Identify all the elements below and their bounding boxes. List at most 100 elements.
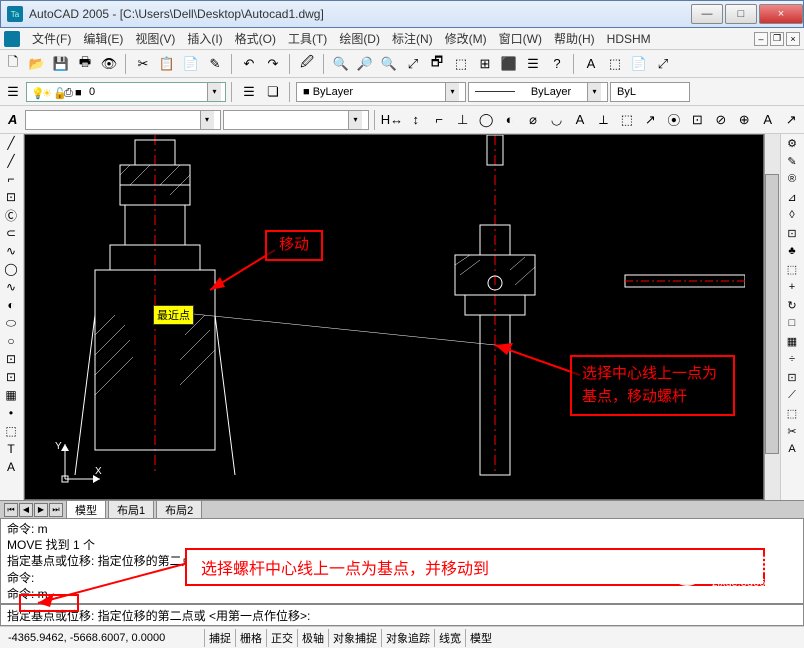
maximize-button[interactable]: □ <box>725 4 757 24</box>
status-snap[interactable]: 捕捉 <box>204 629 235 647</box>
revcloud-button[interactable]: ◯ <box>0 260 22 278</box>
copy2-button[interactable]: ✎ <box>781 152 803 170</box>
minimize-button[interactable]: — <box>691 4 723 24</box>
ellipsearc-button[interactable]: ⬭ <box>0 314 22 332</box>
help-button[interactable]: ? <box>546 53 568 75</box>
pencil-button[interactable]: 🖉 <box>296 53 318 75</box>
redo-button[interactable]: ↷ <box>262 53 284 75</box>
arc-button[interactable]: ⊂ <box>0 224 22 242</box>
drawing-canvas[interactable]: X Y 最近点 移动 选择中心线上一点为基点，移动螺杆 <box>24 134 764 500</box>
tab-prev-button[interactable]: ◀ <box>19 503 33 517</box>
dim-leader-button[interactable]: ⟂ <box>593 109 614 131</box>
makeblock-button[interactable]: ⊡ <box>0 350 22 368</box>
tab-first-button[interactable]: ⏮ <box>4 503 18 517</box>
move-button[interactable]: ⊡ <box>781 224 803 242</box>
lineweight-combo[interactable]: ByL <box>610 82 690 102</box>
status-ortho[interactable]: 正交 <box>266 629 297 647</box>
circle-button[interactable]: ∿ <box>0 242 22 260</box>
dim-leader2-button[interactable]: ↗ <box>780 109 801 131</box>
extra1-button[interactable]: ✂ <box>781 422 803 440</box>
extend-button[interactable]: □ <box>781 314 803 332</box>
array-button[interactable]: ◊ <box>781 206 803 224</box>
menu-file[interactable]: 文件(F) <box>26 28 77 49</box>
tab-next-button[interactable]: ▶ <box>34 503 48 517</box>
stretch-button[interactable]: + <box>781 278 803 296</box>
table-button[interactable]: 📄 <box>628 53 650 75</box>
layer-manager-button[interactable]: ☰ <box>2 81 24 103</box>
color-combo[interactable]: ■ ByLayer ▾ <box>296 82 466 102</box>
tab-model[interactable]: 模型 <box>66 500 106 520</box>
dim-tolerance-button[interactable]: ⬚ <box>616 109 637 131</box>
mdi-restore-button[interactable]: ❐ <box>770 32 784 46</box>
extra2-button[interactable]: A <box>781 440 803 458</box>
paste-button[interactable]: 📄 <box>180 53 202 75</box>
spline-button[interactable]: ∿ <box>0 278 22 296</box>
dim-quick-button[interactable]: ⌀ <box>522 109 543 131</box>
undo-button[interactable]: ↶ <box>238 53 260 75</box>
offset-button[interactable]: ⊿ <box>781 188 803 206</box>
dim-diameter-button[interactable]: ◯ <box>475 109 496 131</box>
chevron-down-icon[interactable]: ▾ <box>348 111 362 129</box>
table-button[interactable]: T <box>0 440 22 458</box>
chevron-down-icon[interactable]: ▾ <box>200 111 214 129</box>
dim-update-button[interactable]: ⊘ <box>710 109 731 131</box>
rectangle-button[interactable]: Ⓒ <box>0 206 22 224</box>
extra-button[interactable]: ⤢ <box>652 53 674 75</box>
line-button[interactable]: ╱ <box>0 134 22 152</box>
mdi-minimize-button[interactable]: – <box>754 32 768 46</box>
dim-tedit-button[interactable]: ⊡ <box>687 109 708 131</box>
textstyle-combo[interactable]: ▾ <box>25 110 220 130</box>
polygon-button[interactable]: ⊡ <box>0 188 22 206</box>
menu-modify[interactable]: 修改(M) <box>439 28 493 49</box>
match-button[interactable]: ✎ <box>204 53 226 75</box>
close-button[interactable]: × <box>759 4 803 24</box>
hatch-button[interactable]: ▦ <box>0 386 22 404</box>
break-button[interactable]: ▦ <box>781 332 803 350</box>
dim-edit-button[interactable]: ⦿ <box>663 109 684 131</box>
dim-ordinate-button[interactable]: ⌐ <box>428 109 449 131</box>
dim-linear-button[interactable]: H↔ <box>381 109 403 131</box>
pan-button[interactable]: ⤢ <box>402 53 424 75</box>
save-button[interactable]: 💾 <box>50 53 72 75</box>
zoom-realtime-button[interactable]: 🔍 <box>330 53 352 75</box>
menu-tools[interactable]: 工具(T) <box>282 28 333 49</box>
menu-insert[interactable]: 插入(I) <box>181 28 228 49</box>
explode-button[interactable]: ⬚ <box>781 404 803 422</box>
region-button[interactable]: ⬚ <box>0 422 22 440</box>
copy-button[interactable]: 📋 <box>156 53 178 75</box>
join-button[interactable]: ÷ <box>781 350 803 368</box>
status-polar[interactable]: 极轴 <box>297 629 328 647</box>
menu-edit[interactable]: 编辑(E) <box>77 28 129 49</box>
print-button[interactable]: 🖶 <box>74 53 96 75</box>
status-otrack[interactable]: 对象追踪 <box>381 629 434 647</box>
xline-button[interactable]: ╱ <box>0 152 22 170</box>
status-osnap[interactable]: 对象捕捉 <box>328 629 381 647</box>
viewport-button[interactable]: 🗗 <box>426 53 448 75</box>
menu-view[interactable]: 视图(V) <box>129 28 181 49</box>
chevron-down-icon[interactable]: ▾ <box>445 83 459 101</box>
menu-window[interactable]: 窗口(W) <box>493 28 548 49</box>
dim-style-button[interactable]: A <box>757 109 778 131</box>
status-grid[interactable]: 栅格 <box>235 629 266 647</box>
menu-help[interactable]: 帮助(H) <box>548 28 601 49</box>
cut-button[interactable]: ✂ <box>132 53 154 75</box>
tab-last-button[interactable]: ⏭ <box>49 503 63 517</box>
textstyle-button[interactable]: A <box>580 53 602 75</box>
menu-format[interactable]: 格式(O) <box>229 28 282 49</box>
layer-prev-button[interactable]: ☰ <box>238 81 260 103</box>
dbconnect-button[interactable]: ⬛ <box>498 53 520 75</box>
chamfer-button[interactable]: ⊡ <box>781 368 803 386</box>
polyline-button[interactable]: ⌐ <box>0 170 22 188</box>
chevron-down-icon[interactable]: ▾ <box>207 83 221 101</box>
dim-center-button[interactable]: ↗ <box>640 109 661 131</box>
linetype-combo[interactable]: ByLayer ▾ <box>468 82 608 102</box>
preview-button[interactable]: 👁 <box>98 53 120 75</box>
fillet-button[interactable]: ⟋ <box>781 386 803 404</box>
ellipse-button[interactable]: ◐ <box>0 296 22 314</box>
status-lwt[interactable]: 线宽 <box>434 629 465 647</box>
textstyle2-button[interactable]: A <box>2 109 23 131</box>
dim-override-button[interactable]: ⊕ <box>734 109 755 131</box>
open-button[interactable]: 📂 <box>26 53 48 75</box>
dimstyle-combo[interactable]: ▾ <box>223 110 369 130</box>
zoom-previous-button[interactable]: 🔍 <box>378 53 400 75</box>
